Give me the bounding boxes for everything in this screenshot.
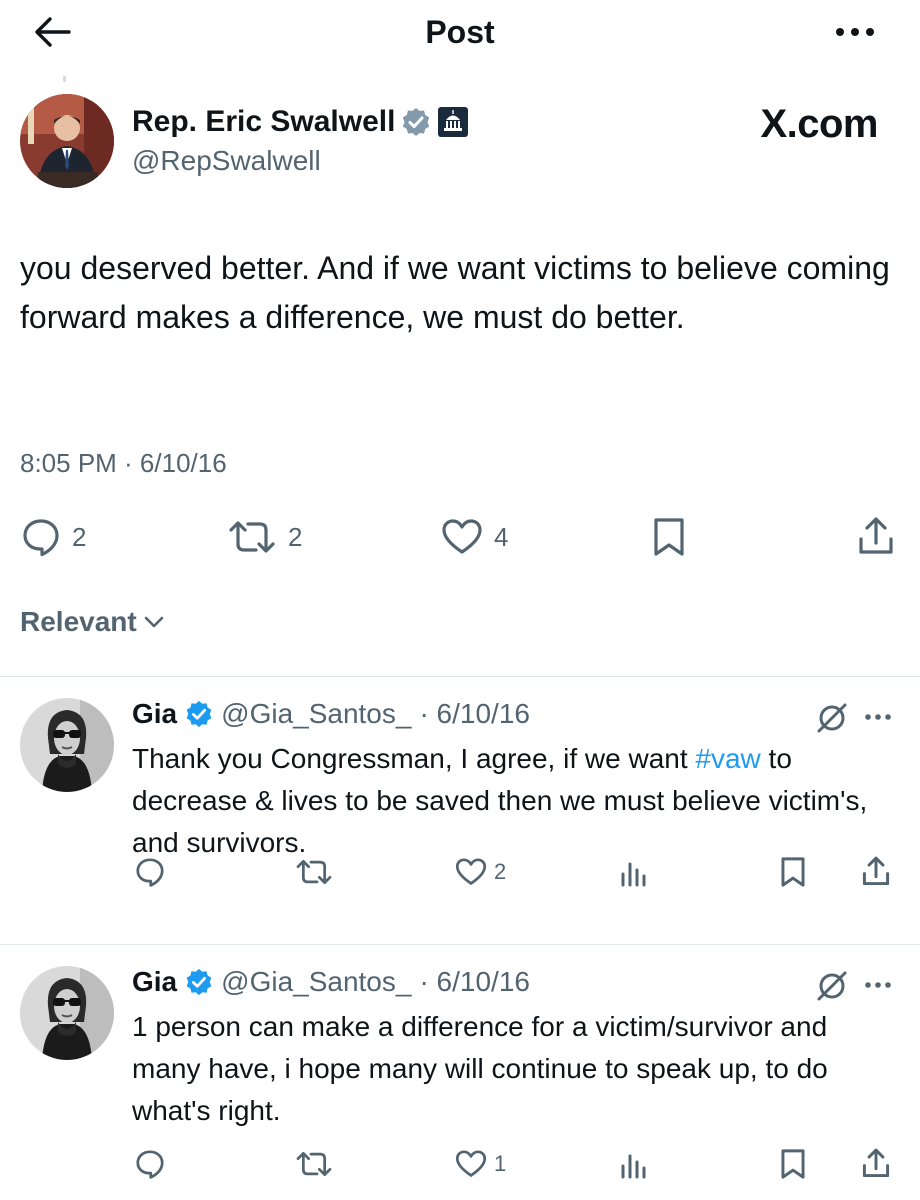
views-button[interactable] (618, 1144, 650, 1184)
post-timestamp[interactable]: 8:05 PM · 6/10/16 (20, 446, 227, 480)
source-watermark: X.com (760, 102, 878, 146)
avatar[interactable] (20, 698, 114, 792)
repost-count: 2 (288, 521, 303, 552)
reply-icon (136, 858, 164, 887)
reply-author-name[interactable]: Gia (132, 964, 177, 1000)
grok-icon[interactable] (814, 968, 850, 1004)
like-count: 2 (494, 859, 507, 884)
verified-badge-icon (186, 968, 212, 996)
more-horizontal-icon (836, 28, 874, 36)
analytics-icon (621, 862, 646, 887)
reply-icon (23, 519, 59, 557)
more-horizontal-icon (865, 982, 891, 988)
chevron-down-icon (144, 616, 164, 628)
reply-actions: 2 (0, 852, 920, 892)
government-affiliation-icon (438, 107, 469, 137)
author-handle[interactable]: @RepSwalwell (132, 144, 321, 178)
share-icon (862, 1148, 890, 1178)
grok-icon[interactable] (814, 700, 850, 736)
like-button[interactable]: 1 (454, 1144, 506, 1184)
bookmark-button[interactable] (778, 1144, 808, 1184)
reply-icon (136, 1150, 164, 1179)
reply-author-name[interactable]: Gia (132, 696, 177, 732)
repost-button[interactable] (294, 1144, 334, 1184)
reply-text: 1 person can make a difference for a vic… (132, 1011, 828, 1126)
reply-author-handle[interactable]: @Gia_Santos_ (221, 696, 411, 732)
like-count: 1 (494, 1151, 507, 1176)
share-button[interactable] (856, 512, 896, 562)
bookmark-icon (781, 857, 805, 887)
share-icon (862, 856, 890, 886)
reply-more-button[interactable] (858, 702, 898, 732)
reply-count: 2 (72, 521, 87, 552)
like-button[interactable]: 2 (454, 852, 506, 892)
share-button[interactable] (860, 852, 892, 892)
heart-icon (442, 519, 482, 554)
reply-text-part: Thank you Congressman, I agree, if we wa… (132, 743, 696, 774)
post-actions: 2 2 4 (0, 512, 920, 562)
reply-actions: 1 (0, 1144, 920, 1184)
heart-icon (455, 858, 487, 885)
reply-item[interactable]: Gia @Gia_Santos_ · 6/10/16 1 person can … (0, 944, 920, 1200)
reply-sort-dropdown[interactable]: Relevant (20, 604, 165, 640)
reply-button[interactable]: 2 (20, 512, 86, 562)
repost-button[interactable]: 2 (226, 512, 302, 562)
reply-more-button[interactable] (858, 970, 898, 1000)
reply-button[interactable] (134, 852, 166, 892)
reply-author-handle[interactable]: @Gia_Santos_ (221, 964, 411, 1000)
hashtag-link[interactable]: #vaw (695, 743, 760, 774)
reply-date[interactable]: · 6/10/16 (419, 964, 530, 1000)
repost-button[interactable] (294, 852, 334, 892)
analytics-icon (621, 1154, 646, 1179)
avatar[interactable] (20, 94, 114, 188)
top-bar: Post (0, 0, 920, 66)
repost-icon (296, 1151, 332, 1177)
heart-icon (455, 1150, 487, 1177)
share-button[interactable] (860, 1144, 892, 1184)
avatar[interactable] (20, 966, 114, 1060)
reply-item[interactable]: Gia @Gia_Santos_ · 6/10/16 Thank you Con… (0, 676, 920, 944)
more-options-button[interactable] (830, 14, 880, 50)
reply-button[interactable] (134, 1144, 166, 1184)
author-name[interactable]: Rep. Eric Swalwell (132, 104, 395, 140)
page-title: Post (425, 14, 495, 50)
views-button[interactable] (618, 852, 650, 892)
sort-label: Relevant (20, 606, 137, 637)
like-button[interactable]: 4 (440, 512, 508, 562)
reply-text: Thank you Congressman, I agree, if we wa… (132, 738, 892, 864)
repost-icon (229, 521, 275, 553)
more-horizontal-icon (865, 714, 891, 720)
repost-icon (296, 859, 332, 885)
share-icon (859, 517, 893, 554)
bookmark-button[interactable] (778, 852, 808, 892)
reply-date[interactable]: · 6/10/16 (419, 696, 530, 732)
thread-connector (63, 76, 66, 82)
bookmark-icon (654, 518, 684, 556)
verified-badge-icon (186, 700, 212, 728)
like-count: 4 (494, 521, 509, 552)
post-text: you deserved better. And if we want vict… (20, 250, 890, 335)
bookmark-icon (781, 1149, 805, 1179)
bookmark-button[interactable] (650, 512, 688, 562)
post-author: Rep. Eric Swalwell @RepSwalwell X.com (20, 94, 900, 190)
verified-badge-icon (403, 108, 430, 136)
